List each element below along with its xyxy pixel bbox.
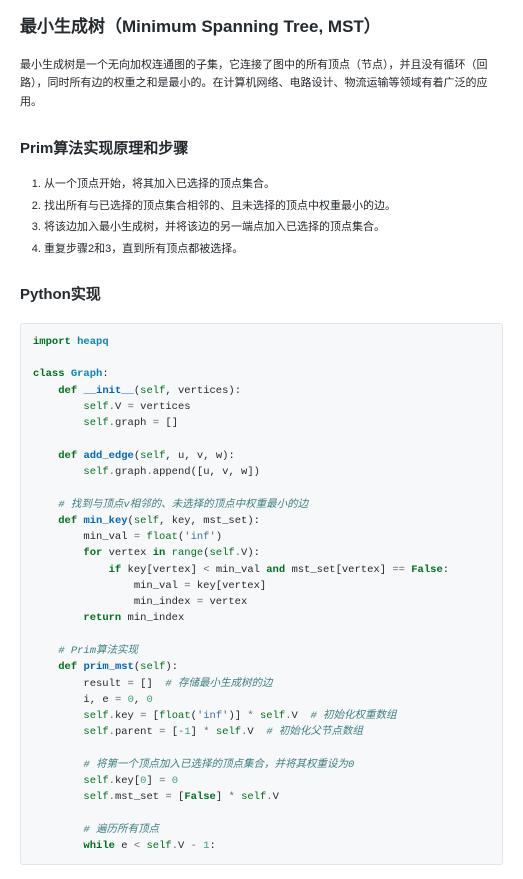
section-python-title: Python实现 [20, 284, 503, 313]
list-item: 从一个顶点开始，将其加入已选择的顶点集合。 [44, 176, 503, 194]
intro-paragraph: 最小生成树是一个无向加权连通图的子集，它连接了图中的所有顶点（节点），并且没有循… [20, 56, 503, 112]
prim-steps-list: 从一个顶点开始，将其加入已选择的顶点集合。 找出所有与已选择的顶点集合相邻的、且… [20, 176, 503, 258]
list-item: 将该边加入最小生成树，并将该边的另一端点加入已选择的顶点集合。 [44, 219, 503, 237]
section-prim-title: Prim算法实现原理和步骤 [20, 138, 503, 167]
page-title: 最小生成树（Minimum Spanning Tree, MST） [20, 14, 503, 46]
code-block: import heapq class Graph: def __init__(s… [20, 323, 503, 866]
list-item: 重复步骤2和3，直到所有顶点都被选择。 [44, 241, 503, 259]
list-item: 找出所有与已选择的顶点集合相邻的、且未选择的顶点中权重最小的边。 [44, 198, 503, 216]
